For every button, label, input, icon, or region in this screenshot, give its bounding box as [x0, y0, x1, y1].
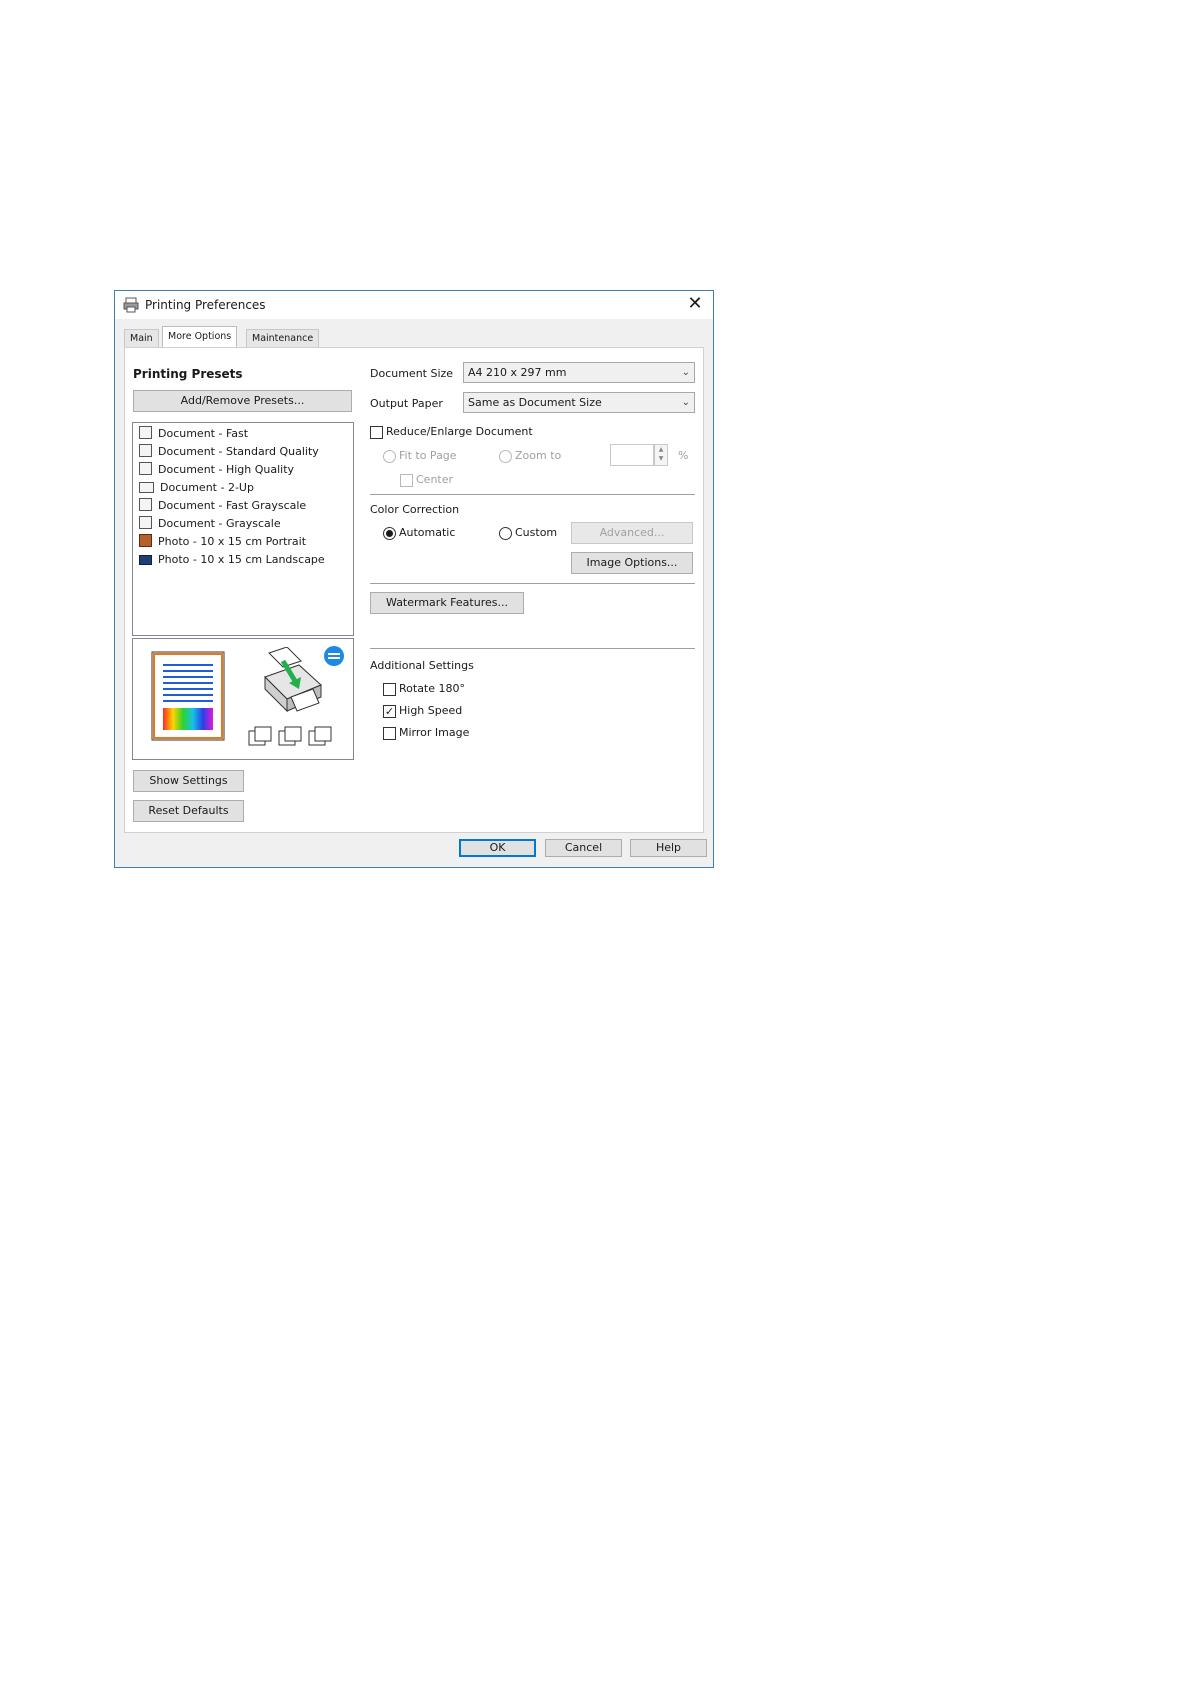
presets-list[interactable]: Document - Fast Document - Standard Qual… — [132, 422, 354, 636]
document-icon — [139, 444, 152, 457]
list-item[interactable]: Document - Fast Grayscale — [139, 497, 306, 514]
page-preview-icon — [151, 651, 225, 741]
high-speed-checkbox[interactable]: ✓ — [383, 705, 396, 718]
copies-collate-icon — [248, 726, 332, 746]
custom-label: Custom — [515, 526, 558, 539]
settings-preview — [132, 638, 354, 760]
advanced-button[interactable]: Advanced... — [571, 522, 693, 544]
printing-presets-heading: Printing Presets — [133, 367, 243, 381]
chevron-down-icon: ⌄ — [681, 397, 690, 408]
window-title: Printing Preferences — [145, 298, 266, 312]
close-button[interactable]: ✕ — [685, 293, 705, 315]
rotate-180-label: Rotate 180° — [399, 682, 466, 695]
watermark-features-button[interactable]: Watermark Features... — [370, 592, 524, 614]
list-item[interactable]: Document - 2-Up — [139, 479, 254, 496]
printer-icon — [123, 297, 139, 313]
tab-main[interactable]: Main — [124, 329, 159, 347]
zoom-input[interactable] — [610, 444, 654, 466]
zoom-spinner[interactable]: ▲ ▼ — [654, 444, 668, 466]
reduce-enlarge-checkbox[interactable] — [370, 426, 383, 439]
tab-more-options[interactable]: More Options — [162, 326, 238, 348]
tab-maintenance[interactable]: Maintenance — [246, 329, 320, 347]
center-label: Center — [416, 473, 454, 486]
divider — [370, 494, 695, 495]
additional-settings-heading: Additional Settings — [370, 659, 474, 672]
document-icon — [139, 462, 152, 475]
image-options-button[interactable]: Image Options... — [571, 552, 693, 574]
zoom-to-label: Zoom to — [515, 449, 562, 462]
automatic-label: Automatic — [399, 526, 456, 539]
two-up-icon — [139, 482, 154, 493]
list-item[interactable]: Photo - 10 x 15 cm Landscape — [139, 551, 325, 568]
radio-selected-dot — [386, 530, 393, 537]
reduce-enlarge-label: Reduce/Enlarge Document — [386, 425, 533, 438]
chevron-down-icon: ⌄ — [681, 367, 690, 378]
high-speed-label: High Speed — [399, 704, 463, 717]
list-item[interactable]: Document - Standard Quality — [139, 443, 319, 460]
document-icon — [139, 498, 152, 511]
zoom-to-radio[interactable] — [499, 450, 512, 463]
list-item[interactable]: Document - Fast — [139, 425, 248, 442]
document-size-label: Document Size — [370, 367, 454, 380]
mirror-image-checkbox[interactable] — [383, 727, 396, 740]
color-correction-heading: Color Correction — [370, 503, 460, 516]
add-remove-presets-button[interactable]: Add/Remove Presets... — [133, 390, 352, 412]
fit-to-page-radio[interactable] — [383, 450, 396, 463]
ok-button[interactable]: OK — [459, 839, 536, 857]
mirror-image-label: Mirror Image — [399, 726, 470, 739]
photo-icon — [139, 534, 152, 547]
automatic-radio[interactable] — [383, 527, 396, 540]
document-icon — [139, 426, 152, 439]
output-paper-label: Output Paper — [370, 397, 443, 410]
help-button[interactable]: Help — [630, 839, 707, 857]
list-item[interactable]: Document - High Quality — [139, 461, 294, 478]
title-bar[interactable]: Printing Preferences ✕ — [115, 291, 713, 319]
reset-defaults-button[interactable]: Reset Defaults — [133, 800, 244, 822]
percent-label: % — [678, 449, 689, 462]
checkmark-icon: ✓ — [384, 705, 395, 718]
document-size-select[interactable]: A4 210 x 297 mm ⌄ — [463, 362, 695, 383]
center-checkbox[interactable] — [400, 474, 413, 487]
custom-radio[interactable] — [499, 527, 512, 540]
printer-illustration-icon — [264, 647, 322, 713]
fit-to-page-label: Fit to Page — [399, 449, 457, 462]
cancel-button[interactable]: Cancel — [545, 839, 622, 857]
refresh-icon — [324, 646, 344, 666]
output-paper-select[interactable]: Same as Document Size ⌄ — [463, 392, 695, 413]
divider — [370, 583, 695, 584]
document-icon — [139, 516, 152, 529]
rotate-180-checkbox[interactable] — [383, 683, 396, 696]
list-item[interactable]: Document - Grayscale — [139, 515, 281, 532]
photo-landscape-icon — [139, 555, 152, 565]
list-item[interactable]: Photo - 10 x 15 cm Portrait — [139, 533, 306, 550]
show-settings-button[interactable]: Show Settings — [133, 770, 244, 792]
divider — [370, 648, 695, 649]
